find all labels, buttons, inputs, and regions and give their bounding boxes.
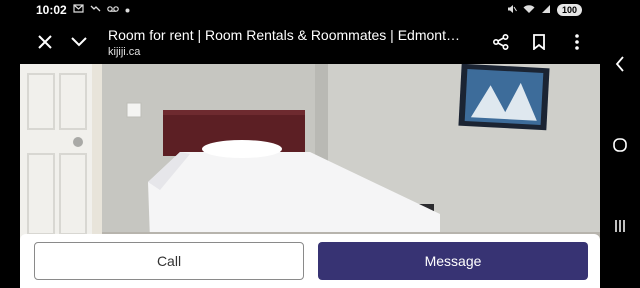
- bookmark-button[interactable]: [522, 25, 556, 59]
- more-options-button[interactable]: [560, 25, 594, 59]
- status-time: 10:02: [36, 3, 67, 17]
- chevron-down-icon: [71, 37, 87, 47]
- toolbar-actions: [484, 25, 594, 59]
- message-button[interactable]: Message: [318, 242, 588, 280]
- home-button[interactable]: [608, 133, 632, 157]
- status-right: 100: [507, 3, 582, 17]
- dot-icon: [125, 5, 130, 16]
- share-icon: [493, 34, 509, 50]
- back-button[interactable]: [608, 52, 632, 76]
- page-content: Call Message: [20, 64, 600, 288]
- close-button[interactable]: [28, 25, 62, 59]
- contact-action-bar: Call Message: [20, 234, 600, 288]
- listing-photo[interactable]: [20, 64, 600, 240]
- browser-toolbar: Room for rent | Room Rentals & Roommates…: [20, 20, 600, 64]
- status-left: 10:02: [36, 3, 130, 17]
- more-vert-icon: [575, 34, 579, 50]
- missed-call-icon: [90, 4, 101, 16]
- call-button[interactable]: Call: [34, 242, 304, 280]
- minimize-button[interactable]: [62, 25, 96, 59]
- close-icon: [38, 35, 52, 49]
- wifi-icon: [523, 3, 535, 17]
- signal-icon: [541, 3, 551, 17]
- gmail-icon: [73, 4, 84, 16]
- voicemail-icon: [106, 5, 119, 16]
- page-title-block: Room for rent | Room Rentals & Roommates…: [96, 27, 484, 58]
- system-nav-bar: [600, 0, 640, 288]
- battery-indicator: 100: [556, 4, 582, 16]
- page-domain: kijiji.ca: [108, 45, 141, 58]
- home-icon: [613, 138, 627, 152]
- mute-icon: [507, 3, 517, 17]
- share-button[interactable]: [484, 25, 518, 59]
- recents-button[interactable]: [608, 214, 632, 238]
- bookmark-icon: [533, 34, 545, 50]
- page-title: Room for rent | Room Rentals & Roommates…: [108, 26, 464, 43]
- recents-icon: [615, 220, 625, 232]
- status-bar: 10:02 100: [0, 0, 600, 20]
- back-icon: [615, 56, 624, 72]
